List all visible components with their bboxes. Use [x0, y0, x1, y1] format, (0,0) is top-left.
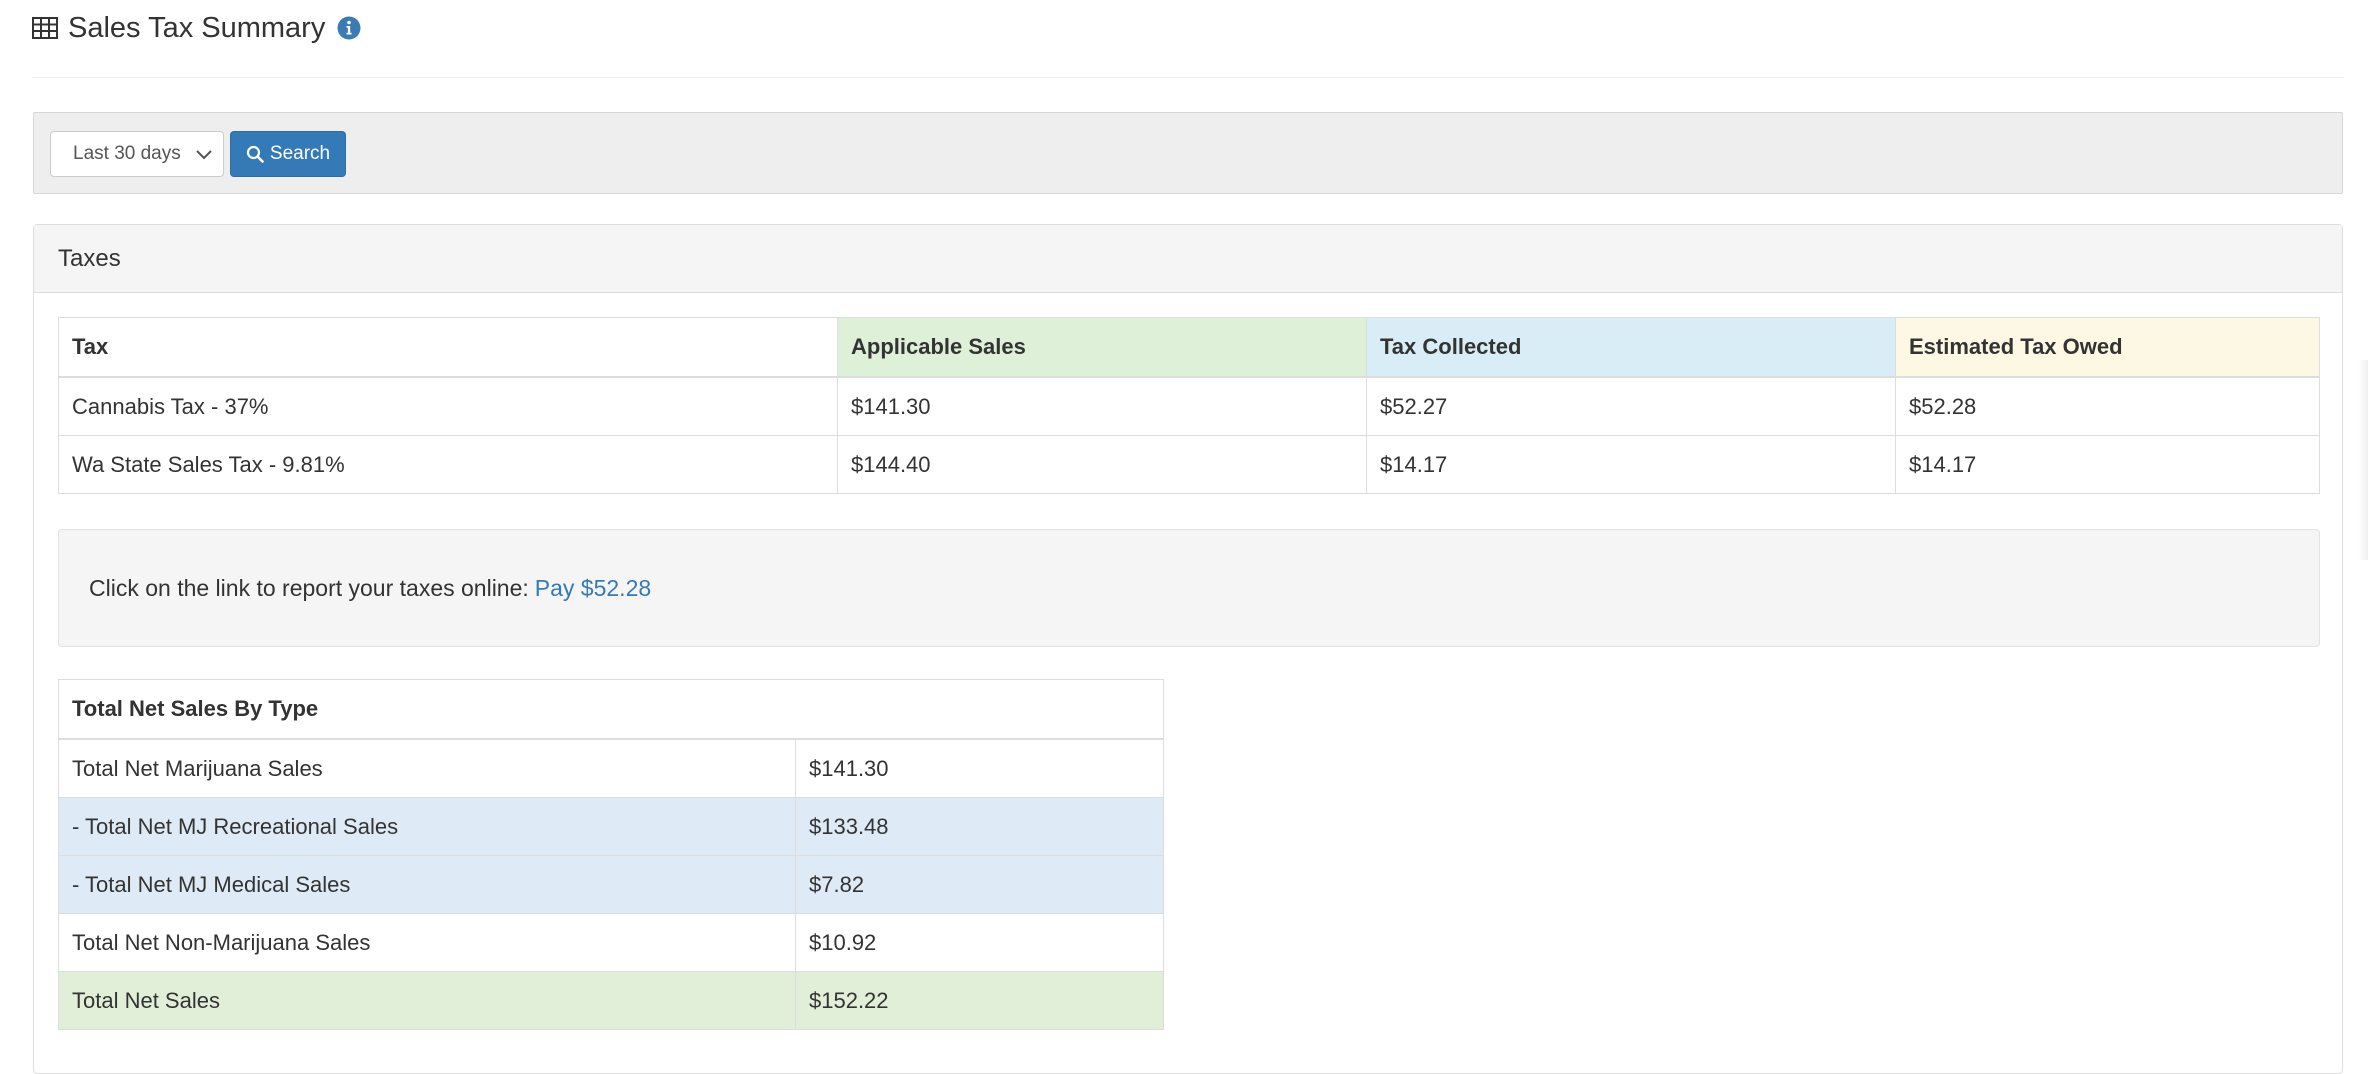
net-sales-value: $133.48 [795, 797, 1164, 856]
page-header: Sales Tax Summary [32, 0, 2344, 78]
tax-table-header-row: Tax Applicable Sales Tax Collected Estim… [58, 317, 2320, 378]
search-button-label: Search [269, 143, 331, 164]
report-taxes-well: Click on the link to report your taxes o… [58, 529, 2320, 647]
table-row: - Total Net MJ Medical Sales $7.82 [58, 855, 1164, 914]
net-sales-value: $7.82 [795, 855, 1164, 914]
net-sales-header-row: Total Net Sales By Type [58, 679, 1164, 740]
net-sales-header: Total Net Sales By Type [58, 679, 1164, 740]
table-row: - Total Net MJ Recreational Sales $133.4… [58, 797, 1164, 856]
net-sales-table: Total Net Sales By Type Total Net Mariju… [58, 679, 1164, 1030]
page-title: Sales Tax Summary [32, 8, 361, 48]
tax-name-cell: Cannabis Tax - 37% [58, 376, 838, 436]
applicable-sales-cell: $144.40 [837, 435, 1367, 494]
header-applicable-sales: Applicable Sales [837, 317, 1367, 378]
header-tax: Tax [58, 317, 838, 378]
taxes-panel-heading: Taxes [34, 225, 2342, 293]
table-row: Cannabis Tax - 37% $141.30 $52.27 $52.28 [58, 376, 2320, 436]
net-sales-value: $152.22 [795, 971, 1164, 1030]
table-icon [32, 17, 58, 39]
net-sales-label: Total Net Non-Marijuana Sales [58, 913, 796, 972]
info-circle-icon[interactable] [337, 16, 361, 40]
table-row: Wa State Sales Tax - 9.81% $144.40 $14.1… [58, 435, 2320, 494]
taxes-panel: Taxes Tax Applicable Sales Tax Collected… [33, 224, 2343, 1074]
tax-table: Tax Applicable Sales Tax Collected Estim… [58, 317, 2320, 494]
page-title-text: Sales Tax Summary [68, 11, 326, 44]
header-tax-collected: Tax Collected [1366, 317, 1896, 378]
edge-shadow [2358, 360, 2368, 560]
estimated-tax-owed-cell: $14.17 [1895, 435, 2320, 494]
estimated-tax-owed-cell: $52.28 [1895, 376, 2320, 436]
search-button[interactable]: Search [230, 131, 346, 177]
date-range-select[interactable]: Last 30 days [50, 131, 224, 177]
table-row: Total Net Sales $152.22 [58, 971, 1164, 1030]
net-sales-label: Total Net Sales [58, 971, 796, 1030]
report-taxes-text: Click on the link to report your taxes o… [89, 574, 529, 601]
table-row: Total Net Non-Marijuana Sales $10.92 [58, 913, 1164, 972]
chevron-down-icon [195, 145, 213, 169]
net-sales-value: $141.30 [795, 738, 1164, 798]
tax-collected-cell: $52.27 [1366, 376, 1896, 436]
header-estimated-tax-owed: Estimated Tax Owed [1895, 317, 2320, 378]
applicable-sales-cell: $141.30 [837, 376, 1367, 436]
date-range-selected-value: Last 30 days [73, 143, 181, 164]
pay-taxes-link[interactable]: Pay $52.28 [535, 575, 651, 602]
net-sales-label: - Total Net MJ Medical Sales [58, 855, 796, 914]
net-sales-label: Total Net Marijuana Sales [58, 738, 796, 798]
search-filter-bar: Last 30 days Search [33, 112, 2343, 194]
net-sales-label: - Total Net MJ Recreational Sales [58, 797, 796, 856]
table-row: Total Net Marijuana Sales $141.30 [58, 738, 1164, 798]
net-sales-value: $10.92 [795, 913, 1164, 972]
tax-collected-cell: $14.17 [1366, 435, 1896, 494]
search-icon [246, 145, 264, 163]
tax-name-cell: Wa State Sales Tax - 9.81% [58, 435, 838, 494]
